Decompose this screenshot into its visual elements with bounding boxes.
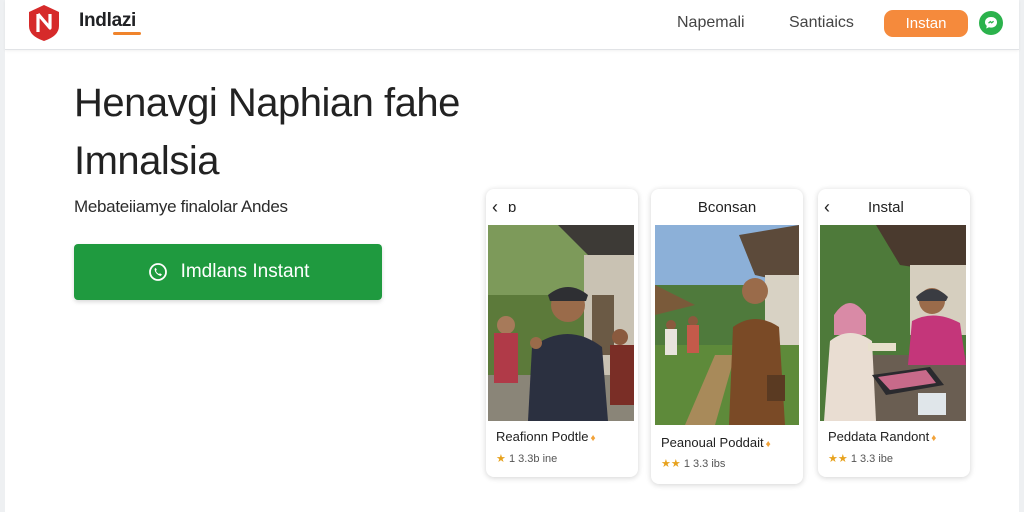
star-icon: ★ [496, 453, 506, 465]
nav-link-napemali[interactable]: Napemali [677, 14, 745, 32]
card-title-text: Peddata Randont [828, 429, 930, 444]
hero-subtitle: Mebateiiamye finalolar Andes [74, 197, 288, 216]
star-icon: ♦ [765, 439, 771, 450]
app-card[interactable]: Bconsan Peanoual Poddait ♦ ★★ 1 3.3 ibs [651, 189, 803, 484]
card-title: Peanoual Poddait ♦ [661, 435, 771, 450]
card-rating: ★ 1 3.3b ine [496, 452, 557, 465]
card-header-label: Bconsan [697, 199, 757, 216]
card-photo [655, 225, 799, 425]
card-rating-text: 1 3.3 ibe [850, 453, 894, 465]
chevron-left-icon[interactable]: ‹ [492, 197, 498, 218]
app-card[interactable]: ‹ Instal Peddata Randont ♦ ★★ 1 3.3 ibe [818, 189, 970, 477]
hero-title: Henavgi Naphian fahe Imnalsia [74, 74, 544, 190]
card-photo [820, 225, 966, 421]
star-icon: ★ [828, 453, 838, 465]
top-navbar: Indlazi Napemali Santiaics Instan [5, 0, 1019, 50]
brand-name[interactable]: Indlazi [79, 10, 136, 32]
hero-title-line-2: Imnalsia [74, 139, 219, 183]
nav-link-santiaics[interactable]: Santiaics [789, 14, 854, 32]
header-install-button[interactable]: Instan [884, 10, 968, 37]
brand-underline [113, 32, 141, 35]
card-title: Peddata Randont ♦ [828, 429, 936, 444]
card-header-label: Instal [868, 199, 904, 216]
card-rating-text: 1 3.3 ibs [683, 458, 726, 470]
shield-logo-icon[interactable] [27, 4, 61, 42]
star-icon: ★ [837, 453, 848, 465]
card-rating: ★★ 1 3.3 ibs [661, 457, 725, 470]
app-card[interactable]: ‹ ɒ Reafionn Podtle ♦ ★ 1 3.3b ine [486, 189, 638, 477]
card-title: Reafionn Podtle ♦ [496, 429, 596, 444]
star-icon: ★ [670, 458, 681, 470]
card-title-text: Reafionn Podtle [496, 429, 589, 444]
card-rating: ★★ 1 3.3 ibe [828, 452, 893, 465]
install-instant-label: Imdlans Instant [180, 261, 310, 282]
hero-title-line-1: Henavgi Naphian fahe [74, 81, 460, 125]
card-title-text: Peanoual Poddait [661, 435, 764, 450]
phone-icon [148, 263, 167, 281]
card-photo [488, 225, 634, 421]
star-icon: ♦ [931, 433, 937, 444]
star-icon: ♦ [590, 433, 596, 444]
chat-bubble-icon[interactable] [979, 11, 1003, 35]
card-header-label: ɒ [508, 199, 517, 216]
star-icon: ★ [661, 458, 671, 470]
card-header: Bconsan [651, 197, 803, 221]
install-instant-button[interactable]: Imdlans Instant [74, 244, 382, 300]
chevron-left-icon[interactable]: ‹ [824, 197, 830, 218]
chat-glyph [985, 17, 997, 29]
card-rating-text: 1 3.3b ine [508, 453, 558, 465]
card-header: ‹ Instal [818, 197, 970, 221]
card-header: ‹ ɒ [486, 197, 638, 221]
